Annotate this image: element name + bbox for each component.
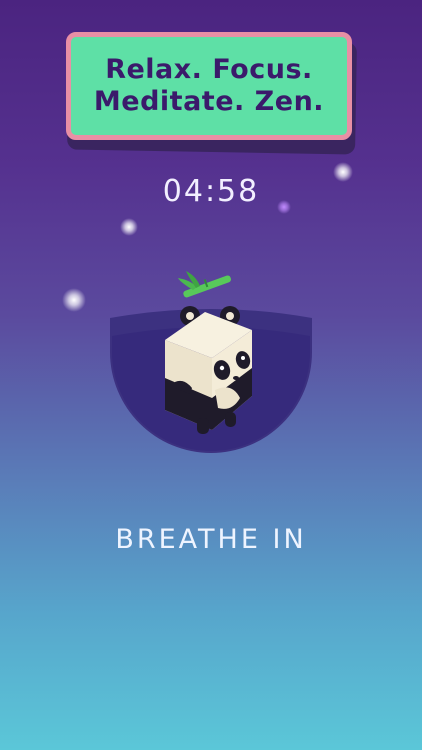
panda-leg	[197, 418, 209, 434]
breath-prompt: BREATHE IN	[115, 524, 307, 555]
meditation-scene	[110, 271, 312, 453]
panda-nose	[233, 376, 239, 380]
bamboo-leaf-icon	[178, 271, 232, 298]
panda-leg	[225, 412, 236, 427]
